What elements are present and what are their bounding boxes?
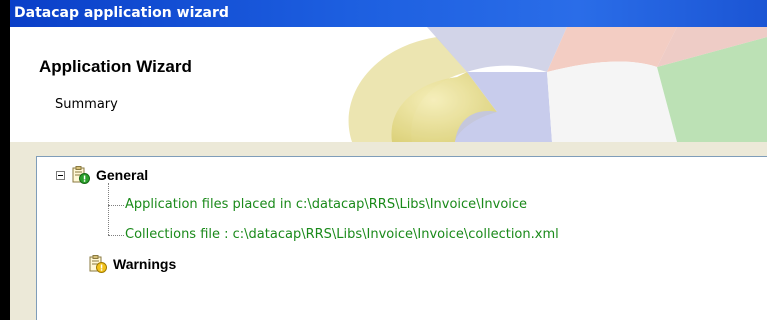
tree-item-application-files[interactable]: Application files placed in c:\datacap\R… xyxy=(125,197,527,212)
page-title: Application Wizard xyxy=(39,57,192,76)
page-subtitle: Summary xyxy=(55,97,118,112)
wizard-header: Application Wizard Summary xyxy=(10,27,767,143)
tree-label-warnings: Warnings xyxy=(113,256,177,272)
report-check-icon xyxy=(72,166,90,184)
wizard-content: General Application files placed in c:\d… xyxy=(10,142,767,320)
tree-connector xyxy=(108,235,124,236)
summary-tree[interactable]: General Application files placed in c:\d… xyxy=(36,156,767,320)
tree-node-general[interactable]: General xyxy=(56,166,148,184)
collapse-icon[interactable] xyxy=(56,170,65,180)
wizard-window: Datacap application wizard Application W… xyxy=(10,0,767,320)
report-warning-icon xyxy=(89,255,107,273)
datacap-logo-watermark xyxy=(297,27,767,142)
window-title: Datacap application wizard xyxy=(14,5,229,21)
tree-connector xyxy=(108,205,124,206)
screen-frame: Datacap application wizard Application W… xyxy=(0,0,767,320)
tree-node-warnings[interactable]: Warnings xyxy=(89,255,176,273)
tree-label-general: General xyxy=(96,167,149,183)
tree-item-collections-file[interactable]: Collections file : c:\datacap\RRS\Libs\I… xyxy=(125,227,559,242)
window-titlebar[interactable]: Datacap application wizard xyxy=(10,0,767,27)
tree-connector xyxy=(108,183,109,235)
